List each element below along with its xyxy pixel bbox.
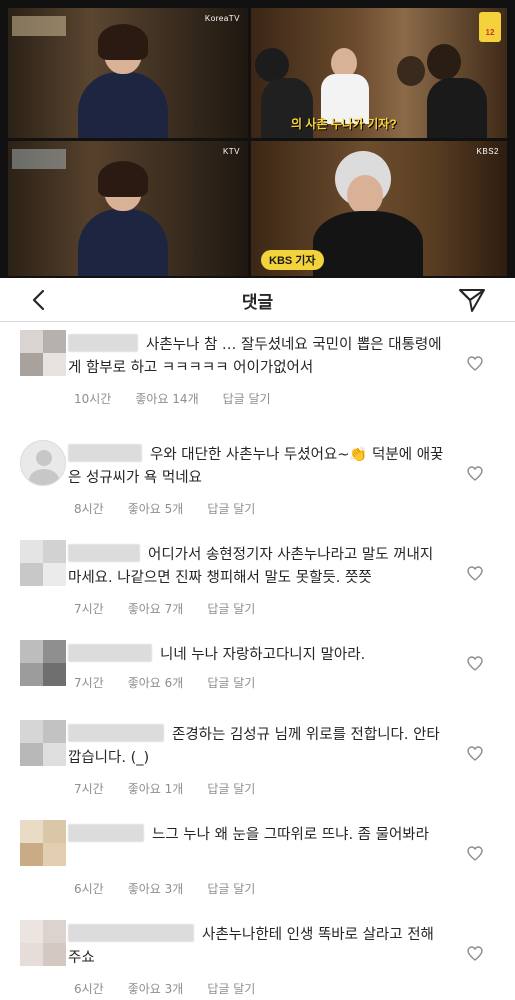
reply-button[interactable]: 답글 달기 xyxy=(207,502,255,516)
comment-time: 7시간 xyxy=(74,676,104,690)
reply-button[interactable]: 답글 달기 xyxy=(207,602,255,616)
news-anchor-figure xyxy=(78,24,168,138)
avatar[interactable] xyxy=(20,640,66,686)
heart-icon xyxy=(467,656,483,671)
avatar[interactable] xyxy=(20,540,66,586)
comment-row: 사촌누나 참 … 잘두셨네요 국민이 뽑은 대통령에게 함부로 하고 ㅋㅋㅋㅋㅋ… xyxy=(0,322,515,422)
avatar[interactable] xyxy=(20,330,66,376)
comment-text: 니네 누나 자랑하고다니지 말아라. xyxy=(68,644,445,667)
comment-meta: 8시간 좋아요 5개 답글 달기 xyxy=(74,500,279,517)
username-redacted[interactable] xyxy=(68,444,142,462)
like-count[interactable]: 좋아요 5개 xyxy=(128,502,184,516)
program-caption-strip xyxy=(12,149,66,169)
channel-logo: KTV xyxy=(222,147,240,156)
username-redacted[interactable] xyxy=(68,544,140,562)
reply-button[interactable]: 답글 달기 xyxy=(223,392,271,406)
like-button[interactable] xyxy=(467,846,483,861)
comment-time: 6시간 xyxy=(74,982,104,996)
comment-row: 존경하는 김성규 님께 위로를 전합니다. 안타깝습니다. (_) 7시간 좋아요 … xyxy=(0,712,515,812)
comment-body: 니네 누나 자랑하고다니지 말아라. xyxy=(160,647,366,663)
screenshot-variety-bottom: KBS2 KBS 기자 xyxy=(251,141,507,276)
comment-meta: 6시간 좋아요 3개 답글 달기 xyxy=(74,980,279,997)
comment-text: 느그 누나 왜 눈을 그따위로 뜨냐. 좀 물어봐라 xyxy=(68,824,445,847)
subtitle-caption: 의 사촌 누나가 기자? xyxy=(291,117,397,131)
comment-time: 7시간 xyxy=(74,602,104,616)
heart-icon xyxy=(467,466,483,481)
comment-meta: 10시간 좋아요 14개 답글 달기 xyxy=(74,390,295,407)
default-avatar[interactable] xyxy=(20,440,66,486)
like-count[interactable]: 좋아요 3개 xyxy=(128,882,184,896)
heart-icon xyxy=(467,356,483,371)
screenshot-variety-top: 12 의 사촌 누나가 기자? xyxy=(251,8,507,138)
share-button[interactable] xyxy=(457,286,487,314)
like-count[interactable]: 좋아요 14개 xyxy=(135,392,198,406)
program-caption-strip xyxy=(12,16,66,36)
reply-button[interactable]: 답글 달기 xyxy=(207,882,255,896)
media-collage: KoreaTV 12 의 사촌 누나가 기자? KTV KBS2 KBS 기자 xyxy=(0,0,515,278)
like-button[interactable] xyxy=(467,356,483,371)
username-redacted[interactable] xyxy=(68,824,144,842)
caption-bubble: KBS 기자 xyxy=(261,250,324,270)
channel-logo: KoreaTV xyxy=(204,14,240,23)
like-count[interactable]: 좋아요 6개 xyxy=(128,676,184,690)
comment-time: 7시간 xyxy=(74,782,104,796)
comment-time: 8시간 xyxy=(74,502,104,516)
comment-text: 존경하는 김성규 님께 위로를 전합니다. 안타깝습니다. (_) xyxy=(68,724,445,770)
like-button[interactable] xyxy=(467,746,483,761)
comment-row: 느그 누나 왜 눈을 그따위로 뜨냐. 좀 물어봐라 6시간 좋아요 3개 답글 달기 xyxy=(0,812,515,912)
screenshot-anchor-top: KoreaTV xyxy=(8,8,248,138)
comment-text: 사촌누나한테 인생 똑바로 살라고 전해주쇼 xyxy=(68,924,445,970)
comment-time: 10시간 xyxy=(74,392,112,406)
heart-icon xyxy=(467,846,483,861)
username-redacted[interactable] xyxy=(68,334,138,352)
comment-row: 우와 대단한 사촌누나 두셨어요~👏 덕분에 애꿎은 성규씨가 욕 먹네요 8시간… xyxy=(0,432,515,532)
heart-icon xyxy=(467,946,483,961)
comments-header: 댓글 xyxy=(0,278,515,322)
username-redacted[interactable] xyxy=(68,924,194,942)
comment-text: 어디가서 송현정기자 사촌누나라고 말도 꺼내지마세요. 나같으면 진짜 챙피해… xyxy=(68,544,445,590)
like-count[interactable]: 좋아요 1개 xyxy=(128,782,184,796)
comment-text: 사촌누나 참 … 잘두셨네요 국민이 뽑은 대통령에게 함부로 하고 ㅋㅋㅋㅋㅋ… xyxy=(68,334,445,380)
like-button[interactable] xyxy=(467,466,483,481)
page-title: 댓글 xyxy=(241,293,274,313)
like-button[interactable] xyxy=(467,566,483,581)
reply-button[interactable]: 답글 달기 xyxy=(207,982,255,996)
comment-body: 느그 누나 왜 눈을 그따위로 뜨냐. 좀 물어봐라 xyxy=(152,827,429,843)
username-redacted[interactable] xyxy=(68,724,164,742)
username-redacted[interactable] xyxy=(68,644,152,662)
reply-button[interactable]: 답글 달기 xyxy=(207,676,255,690)
age-rating-badge: 12 xyxy=(479,12,501,42)
comment-meta: 7시간 좋아요 7개 답글 달기 xyxy=(74,600,279,617)
comment-row: 사촌누나한테 인생 똑바로 살라고 전해주쇼 6시간 좋아요 3개 답글 달기 xyxy=(0,912,515,1000)
comment-meta: 7시간 좋아요 1개 답글 달기 xyxy=(74,780,279,797)
like-count[interactable]: 좋아요 7개 xyxy=(128,602,184,616)
like-count[interactable]: 좋아요 3개 xyxy=(128,982,184,996)
news-anchor-figure xyxy=(78,161,168,276)
comment-text: 우와 대단한 사촌누나 두셨어요~👏 덕분에 애꿎은 성규씨가 욕 먹네요 xyxy=(68,444,445,490)
reply-button[interactable]: 답글 달기 xyxy=(207,782,255,796)
heart-icon xyxy=(467,746,483,761)
comment-row: 어디가서 송현정기자 사촌누나라고 말도 꺼내지마세요. 나같으면 진짜 챙피해… xyxy=(0,532,515,632)
avatar[interactable] xyxy=(20,720,66,766)
like-button[interactable] xyxy=(467,656,483,671)
avatar[interactable] xyxy=(20,920,66,966)
avatar[interactable] xyxy=(20,820,66,866)
heart-icon xyxy=(467,566,483,581)
like-button[interactable] xyxy=(467,946,483,961)
paper-plane-icon xyxy=(459,289,485,312)
screenshot-anchor-bottom: KTV xyxy=(8,141,248,276)
comment-time: 6시간 xyxy=(74,882,104,896)
comment-meta: 6시간 좋아요 3개 답글 달기 xyxy=(74,880,279,897)
channel-logo: KBS2 xyxy=(476,147,499,156)
comment-meta: 7시간 좋아요 6개 답글 달기 xyxy=(74,674,279,691)
